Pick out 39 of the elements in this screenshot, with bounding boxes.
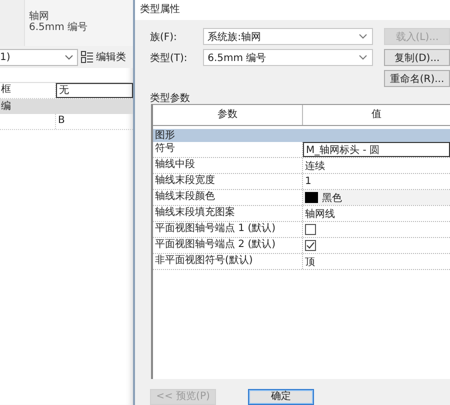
instance-dropdown[interactable]: 1): [0, 48, 78, 66]
rename-button[interactable]: 重命名(R)...: [384, 70, 450, 87]
chevron-down-icon: [359, 55, 368, 60]
table-cell-text: 顶: [304, 256, 316, 269]
family-name: 轴网: [29, 11, 50, 22]
table-cell: 轴线中段: [153, 158, 303, 173]
properties-icon: [81, 51, 93, 63]
property-value[interactable]: 无: [56, 83, 133, 98]
chevron-down-icon: [359, 34, 368, 39]
field-label: 族(F):: [150, 30, 178, 44]
property-label: 框: [1, 84, 11, 95]
window-title: 类型属性: [135, 0, 450, 20]
color-button[interactable]: 黑色: [303, 190, 450, 205]
dropdown[interactable]: 6.5mm 编号: [202, 49, 374, 66]
column-header[interactable]: 参数: [153, 105, 303, 125]
dropdown[interactable]: 系统族:轴网: [202, 28, 374, 45]
property-value[interactable]: B: [56, 114, 133, 129]
table-cell-text: 连续: [304, 160, 326, 173]
dialog-button[interactable]: 确定: [248, 389, 314, 405]
edit-type-button[interactable]: 编辑类: [81, 50, 126, 64]
table-cell: 轴线末段宽度: [153, 174, 303, 189]
checkbox[interactable]: [305, 240, 316, 251]
table-cell: M_轴网标头 - 圆: [303, 142, 450, 157]
checkbox[interactable]: [305, 224, 316, 235]
table-cell: 平面视图轴号端点 2 (默认): [153, 238, 303, 253]
field-label: 类型(T):: [150, 52, 188, 64]
group-header: 图形: [153, 129, 450, 142]
type-name: 6.5mm 编号: [29, 22, 88, 33]
column-header[interactable]: 值: [303, 105, 450, 125]
section-title: 类型参数: [149, 92, 191, 104]
table-cell: 符号: [153, 142, 303, 157]
table-cell: 非平面视图符号(默认): [153, 254, 303, 269]
dialog-button[interactable]: 复制(D)...: [384, 49, 450, 66]
chevron-down-icon: [65, 54, 73, 60]
table-cell: 轴线末段填充图案: [153, 206, 303, 221]
table-cell-text: 1: [304, 175, 312, 189]
group-header: 编: [0, 99, 133, 114]
table-cell: 平面视图轴号端点 1 (默认): [153, 222, 303, 237]
table-cell-text: 轴网线: [304, 208, 336, 221]
